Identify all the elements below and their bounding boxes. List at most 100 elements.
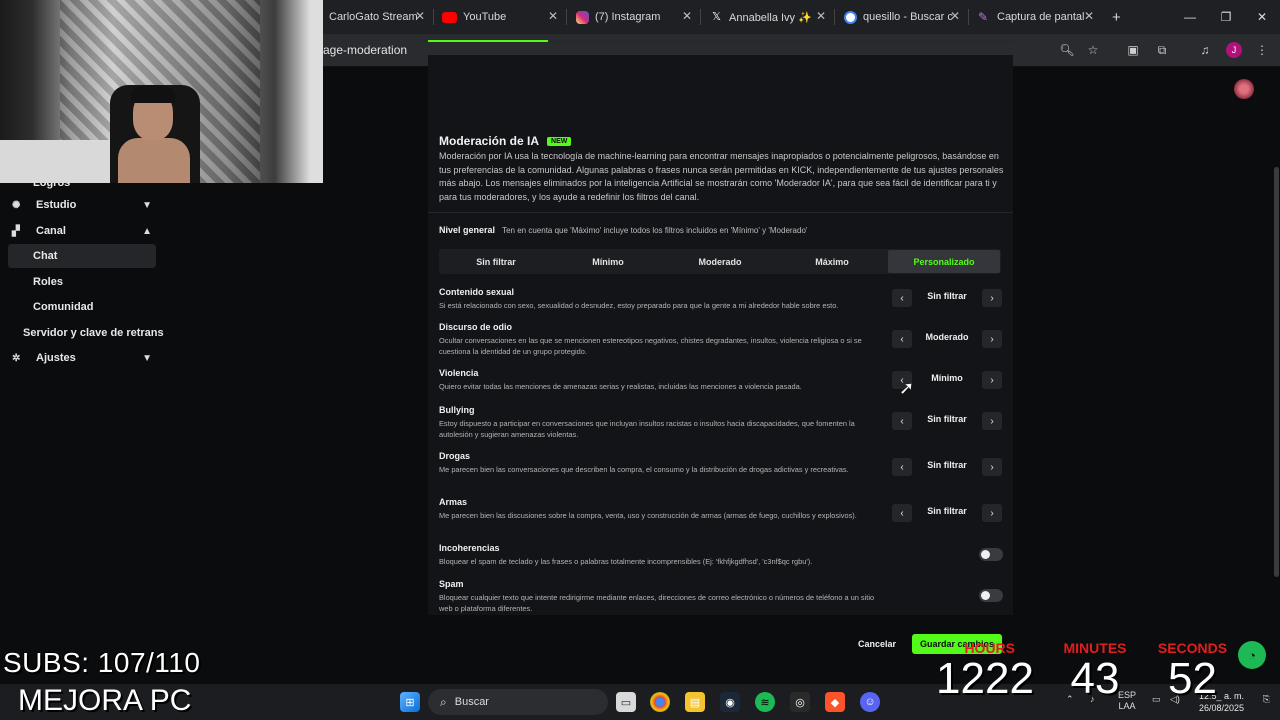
toggle-incoherencias[interactable] [979, 548, 1003, 561]
rule-description: Quiero evitar todas las menciones de ame… [439, 382, 802, 391]
notification-icon[interactable]: ⎘ [1263, 694, 1270, 705]
rule-armas: Armas Me parecen bien las discusiones so… [439, 497, 889, 521]
tab-instagram[interactable]: (7) Instagram ✕ [570, 4, 700, 30]
tab-title: Captura de pantal [997, 11, 1085, 23]
rule-stepper: ‹ Sin filtrar › [892, 411, 1002, 431]
tab-youtube[interactable]: YouTube ✕ [436, 4, 566, 30]
timer-minutes: MINUTES 43 [1055, 640, 1135, 701]
tab-google-search[interactable]: quesillo - Buscar c ✕ [838, 4, 968, 30]
media-icon[interactable]: ♫ [1197, 42, 1213, 58]
chevron-right-icon[interactable]: › [982, 330, 1002, 348]
tab-screenshot[interactable]: ✎ Captura de pantal ✕ [972, 4, 1102, 30]
section-title: Moderación de IA [439, 134, 540, 148]
level-option-maximo[interactable]: Máximo [776, 250, 888, 273]
sidebar-item-estudio[interactable]: ✺ Estudio ▼ [8, 193, 156, 217]
level-option-sin-filtrar[interactable]: Sin filtrar [440, 250, 552, 273]
level-label: Nivel general [439, 225, 496, 235]
new-badge: NEW [547, 136, 572, 146]
new-tab-button[interactable]: + [1106, 4, 1126, 30]
sidebar-item-label: Comunidad [33, 301, 94, 313]
profile-avatar[interactable]: J [1226, 42, 1242, 58]
streamer-body [118, 138, 190, 183]
url-field[interactable]: age-moderation [323, 43, 407, 57]
minimize-icon[interactable]: — [1172, 0, 1208, 34]
level-option-personalizado[interactable]: Personalizado [888, 250, 1000, 273]
close-icon[interactable]: ✕ [548, 9, 558, 23]
x-logo-icon: 𝕏 [712, 10, 721, 23]
google-icon [844, 10, 857, 24]
subathon-timer: HOURS 1222 MINUTES 43 SECONDS 52 [935, 640, 1235, 701]
cancel-button[interactable]: Cancelar [850, 634, 904, 654]
chevron-left-icon[interactable]: ‹ [892, 412, 912, 430]
close-icon[interactable]: ✕ [682, 9, 692, 23]
sidebar-item-servidor[interactable]: Servidor y clave de retrans [8, 321, 168, 345]
chevron-left-icon[interactable]: ‹ [892, 330, 912, 348]
rule-stepper: ‹ Sin filtrar › [892, 288, 1002, 308]
subs-counter: SUBS: 107/110 [3, 647, 201, 678]
level-option-moderado[interactable]: Moderado [664, 250, 776, 273]
rule-value: Sin filtrar [927, 414, 967, 424]
sidebar-item-ajustes[interactable]: ✲ Ajustes ▼ [8, 346, 156, 370]
chrome-icon[interactable] [650, 692, 670, 712]
extensions-icon[interactable]: ⧉ [1154, 42, 1170, 58]
tab-title: CarloGato Stream [329, 11, 418, 23]
tab-title: (7) Instagram [595, 11, 661, 23]
restore-icon[interactable]: ❐ [1208, 0, 1244, 34]
section-heading: Moderación de IA NEW [439, 134, 572, 148]
close-icon[interactable]: ✕ [1084, 9, 1094, 23]
bookmark-star-icon[interactable]: ☆ [1085, 42, 1101, 58]
chevron-right-icon[interactable]: › [982, 504, 1002, 522]
user-avatar[interactable] [1234, 79, 1254, 99]
help-chat-icon[interactable]: ◔ [1238, 641, 1266, 669]
sidebar-item-canal[interactable]: ▞ Canal ▲ [8, 219, 156, 243]
windows-start-icon[interactable]: ⊞ [400, 692, 420, 712]
rule-title: Discurso de odio [439, 322, 513, 332]
chevron-right-icon[interactable]: › [982, 371, 1002, 389]
instagram-icon [576, 10, 589, 24]
sidebar-item-roles[interactable]: Roles [8, 270, 156, 294]
rule-stepper: ‹ Sin filtrar › [892, 503, 1002, 523]
chevron-right-icon[interactable]: › [982, 458, 1002, 476]
task-view-icon[interactable]: ▭ [616, 692, 636, 712]
rule-contenido-sexual: Contenido sexual Si está relacionado con… [439, 287, 889, 311]
scrollbar[interactable] [1274, 167, 1279, 577]
chevron-right-icon[interactable]: › [982, 412, 1002, 430]
chevron-left-icon[interactable]: ‹ [892, 458, 912, 476]
close-icon[interactable]: ✕ [415, 9, 425, 23]
tab-separator [700, 9, 701, 25]
close-icon[interactable]: ✕ [950, 9, 960, 23]
tab-x[interactable]: 𝕏 Annabella Ivy ✨ ✕ [704, 4, 834, 30]
file-explorer-icon[interactable]: ▤ [685, 692, 705, 712]
cast-icon[interactable]: ▣ [1125, 42, 1141, 58]
discord-icon[interactable]: ☺ [860, 692, 880, 712]
rule-stepper: ‹ Moderado › [892, 329, 1002, 349]
tab-title: quesillo - Buscar c [863, 11, 953, 23]
toggle-spam[interactable] [979, 589, 1003, 602]
active-tab-indicator [428, 40, 548, 42]
chevron-left-icon[interactable]: ‹ [892, 504, 912, 522]
steam-icon[interactable]: ◉ [720, 692, 740, 712]
sidebar-item-comunidad[interactable]: Comunidad [8, 295, 156, 319]
desk [0, 140, 110, 183]
pen-icon: ✎ [978, 9, 989, 24]
streamer-cap [131, 85, 175, 103]
spotify-icon[interactable]: ≋ [755, 692, 775, 712]
sidebar-item-label: Chat [33, 250, 58, 262]
brave-icon[interactable]: ◆ [825, 692, 845, 712]
menu-dots-icon[interactable]: ⋮ [1254, 42, 1270, 58]
mouse-cursor-icon: ➚ [899, 378, 915, 398]
zoom-icon[interactable]: 🔍︎ [1059, 42, 1075, 58]
palette-icon: ✺ [12, 199, 21, 211]
rule-title: Spam [439, 579, 464, 589]
close-window-icon[interactable]: ✕ [1244, 0, 1280, 34]
taskbar-search[interactable]: ⌕ Buscar [428, 689, 608, 715]
level-option-minimo[interactable]: Mínimo [552, 250, 664, 273]
chevron-left-icon[interactable]: ‹ [892, 289, 912, 307]
chevron-right-icon[interactable]: › [982, 289, 1002, 307]
webcam-overlay [0, 0, 323, 183]
sidebar-item-chat[interactable]: Chat [8, 244, 156, 268]
obs-icon[interactable]: ◎ [790, 692, 810, 712]
tab-carlogato[interactable]: CarloGato Stream ✕ [323, 4, 433, 30]
tab-separator [433, 9, 434, 25]
close-icon[interactable]: ✕ [816, 9, 826, 23]
